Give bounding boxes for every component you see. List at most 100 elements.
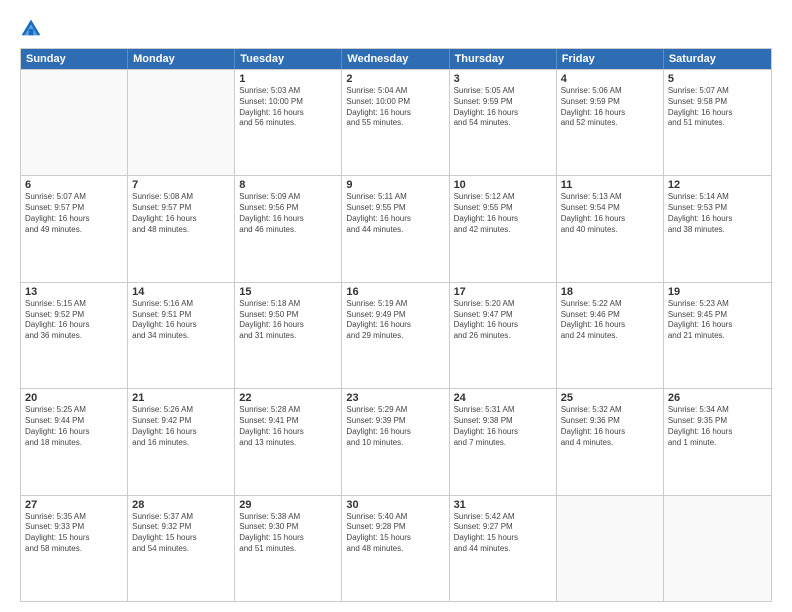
logo-icon <box>20 18 42 40</box>
day-number: 14 <box>132 286 230 298</box>
day-number: 30 <box>346 499 444 511</box>
logo <box>20 18 46 40</box>
day-number: 12 <box>668 179 767 191</box>
day-cell-1: 1Sunrise: 5:03 AM Sunset: 10:00 PM Dayli… <box>235 70 342 175</box>
day-number: 16 <box>346 286 444 298</box>
day-cell-30: 30Sunrise: 5:40 AM Sunset: 9:28 PM Dayli… <box>342 496 449 601</box>
day-details: Sunrise: 5:16 AM Sunset: 9:51 PM Dayligh… <box>132 299 230 342</box>
day-cell-23: 23Sunrise: 5:29 AM Sunset: 9:39 PM Dayli… <box>342 389 449 494</box>
day-number: 15 <box>239 286 337 298</box>
day-details: Sunrise: 5:19 AM Sunset: 9:49 PM Dayligh… <box>346 299 444 342</box>
day-number: 29 <box>239 499 337 511</box>
day-number: 21 <box>132 392 230 404</box>
day-number: 25 <box>561 392 659 404</box>
day-details: Sunrise: 5:09 AM Sunset: 9:56 PM Dayligh… <box>239 192 337 235</box>
day-cell-2: 2Sunrise: 5:04 AM Sunset: 10:00 PM Dayli… <box>342 70 449 175</box>
day-details: Sunrise: 5:42 AM Sunset: 9:27 PM Dayligh… <box>454 512 552 555</box>
day-details: Sunrise: 5:03 AM Sunset: 10:00 PM Daylig… <box>239 86 337 129</box>
day-cell-25: 25Sunrise: 5:32 AM Sunset: 9:36 PM Dayli… <box>557 389 664 494</box>
day-cell-4: 4Sunrise: 5:06 AM Sunset: 9:59 PM Daylig… <box>557 70 664 175</box>
day-details: Sunrise: 5:15 AM Sunset: 9:52 PM Dayligh… <box>25 299 123 342</box>
day-details: Sunrise: 5:40 AM Sunset: 9:28 PM Dayligh… <box>346 512 444 555</box>
day-cell-22: 22Sunrise: 5:28 AM Sunset: 9:41 PM Dayli… <box>235 389 342 494</box>
day-number: 1 <box>239 73 337 85</box>
day-number: 2 <box>346 73 444 85</box>
day-number: 31 <box>454 499 552 511</box>
weekday-header-thursday: Thursday <box>450 49 557 69</box>
day-details: Sunrise: 5:20 AM Sunset: 9:47 PM Dayligh… <box>454 299 552 342</box>
day-details: Sunrise: 5:28 AM Sunset: 9:41 PM Dayligh… <box>239 405 337 448</box>
day-cell-7: 7Sunrise: 5:08 AM Sunset: 9:57 PM Daylig… <box>128 176 235 281</box>
day-details: Sunrise: 5:08 AM Sunset: 9:57 PM Dayligh… <box>132 192 230 235</box>
day-cell-16: 16Sunrise: 5:19 AM Sunset: 9:49 PM Dayli… <box>342 283 449 388</box>
day-details: Sunrise: 5:07 AM Sunset: 9:57 PM Dayligh… <box>25 192 123 235</box>
empty-cell-4-5 <box>557 496 664 601</box>
day-cell-9: 9Sunrise: 5:11 AM Sunset: 9:55 PM Daylig… <box>342 176 449 281</box>
weekday-header-monday: Monday <box>128 49 235 69</box>
day-details: Sunrise: 5:12 AM Sunset: 9:55 PM Dayligh… <box>454 192 552 235</box>
calendar-row-1: 6Sunrise: 5:07 AM Sunset: 9:57 PM Daylig… <box>21 175 771 281</box>
day-cell-13: 13Sunrise: 5:15 AM Sunset: 9:52 PM Dayli… <box>21 283 128 388</box>
weekday-header-saturday: Saturday <box>664 49 771 69</box>
day-number: 13 <box>25 286 123 298</box>
day-details: Sunrise: 5:25 AM Sunset: 9:44 PM Dayligh… <box>25 405 123 448</box>
day-number: 23 <box>346 392 444 404</box>
weekday-header-friday: Friday <box>557 49 664 69</box>
day-cell-31: 31Sunrise: 5:42 AM Sunset: 9:27 PM Dayli… <box>450 496 557 601</box>
calendar-header: SundayMondayTuesdayWednesdayThursdayFrid… <box>21 49 771 69</box>
day-number: 9 <box>346 179 444 191</box>
day-details: Sunrise: 5:11 AM Sunset: 9:55 PM Dayligh… <box>346 192 444 235</box>
day-details: Sunrise: 5:38 AM Sunset: 9:30 PM Dayligh… <box>239 512 337 555</box>
day-cell-21: 21Sunrise: 5:26 AM Sunset: 9:42 PM Dayli… <box>128 389 235 494</box>
day-cell-6: 6Sunrise: 5:07 AM Sunset: 9:57 PM Daylig… <box>21 176 128 281</box>
day-number: 28 <box>132 499 230 511</box>
day-details: Sunrise: 5:22 AM Sunset: 9:46 PM Dayligh… <box>561 299 659 342</box>
day-cell-18: 18Sunrise: 5:22 AM Sunset: 9:46 PM Dayli… <box>557 283 664 388</box>
day-number: 4 <box>561 73 659 85</box>
calendar-row-2: 13Sunrise: 5:15 AM Sunset: 9:52 PM Dayli… <box>21 282 771 388</box>
day-cell-27: 27Sunrise: 5:35 AM Sunset: 9:33 PM Dayli… <box>21 496 128 601</box>
day-details: Sunrise: 5:29 AM Sunset: 9:39 PM Dayligh… <box>346 405 444 448</box>
calendar-row-0: 1Sunrise: 5:03 AM Sunset: 10:00 PM Dayli… <box>21 69 771 175</box>
day-details: Sunrise: 5:04 AM Sunset: 10:00 PM Daylig… <box>346 86 444 129</box>
day-cell-3: 3Sunrise: 5:05 AM Sunset: 9:59 PM Daylig… <box>450 70 557 175</box>
day-number: 17 <box>454 286 552 298</box>
day-cell-19: 19Sunrise: 5:23 AM Sunset: 9:45 PM Dayli… <box>664 283 771 388</box>
day-cell-26: 26Sunrise: 5:34 AM Sunset: 9:35 PM Dayli… <box>664 389 771 494</box>
day-cell-14: 14Sunrise: 5:16 AM Sunset: 9:51 PM Dayli… <box>128 283 235 388</box>
day-cell-11: 11Sunrise: 5:13 AM Sunset: 9:54 PM Dayli… <box>557 176 664 281</box>
day-number: 22 <box>239 392 337 404</box>
day-number: 20 <box>25 392 123 404</box>
day-cell-28: 28Sunrise: 5:37 AM Sunset: 9:32 PM Dayli… <box>128 496 235 601</box>
day-number: 10 <box>454 179 552 191</box>
day-number: 27 <box>25 499 123 511</box>
day-cell-5: 5Sunrise: 5:07 AM Sunset: 9:58 PM Daylig… <box>664 70 771 175</box>
day-cell-10: 10Sunrise: 5:12 AM Sunset: 9:55 PM Dayli… <box>450 176 557 281</box>
day-details: Sunrise: 5:14 AM Sunset: 9:53 PM Dayligh… <box>668 192 767 235</box>
calendar-body: 1Sunrise: 5:03 AM Sunset: 10:00 PM Dayli… <box>21 69 771 601</box>
calendar-row-4: 27Sunrise: 5:35 AM Sunset: 9:33 PM Dayli… <box>21 495 771 601</box>
day-number: 5 <box>668 73 767 85</box>
day-cell-17: 17Sunrise: 5:20 AM Sunset: 9:47 PM Dayli… <box>450 283 557 388</box>
day-details: Sunrise: 5:23 AM Sunset: 9:45 PM Dayligh… <box>668 299 767 342</box>
day-number: 11 <box>561 179 659 191</box>
day-details: Sunrise: 5:05 AM Sunset: 9:59 PM Dayligh… <box>454 86 552 129</box>
day-cell-12: 12Sunrise: 5:14 AM Sunset: 9:53 PM Dayli… <box>664 176 771 281</box>
day-cell-8: 8Sunrise: 5:09 AM Sunset: 9:56 PM Daylig… <box>235 176 342 281</box>
empty-cell-4-6 <box>664 496 771 601</box>
day-details: Sunrise: 5:37 AM Sunset: 9:32 PM Dayligh… <box>132 512 230 555</box>
weekday-header-sunday: Sunday <box>21 49 128 69</box>
day-number: 24 <box>454 392 552 404</box>
day-details: Sunrise: 5:31 AM Sunset: 9:38 PM Dayligh… <box>454 405 552 448</box>
day-number: 8 <box>239 179 337 191</box>
day-cell-24: 24Sunrise: 5:31 AM Sunset: 9:38 PM Dayli… <box>450 389 557 494</box>
day-number: 18 <box>561 286 659 298</box>
day-number: 19 <box>668 286 767 298</box>
calendar: SundayMondayTuesdayWednesdayThursdayFrid… <box>20 48 772 602</box>
page: SundayMondayTuesdayWednesdayThursdayFrid… <box>0 0 792 612</box>
day-details: Sunrise: 5:07 AM Sunset: 9:58 PM Dayligh… <box>668 86 767 129</box>
weekday-header-wednesday: Wednesday <box>342 49 449 69</box>
day-cell-20: 20Sunrise: 5:25 AM Sunset: 9:44 PM Dayli… <box>21 389 128 494</box>
day-number: 6 <box>25 179 123 191</box>
calendar-row-3: 20Sunrise: 5:25 AM Sunset: 9:44 PM Dayli… <box>21 388 771 494</box>
